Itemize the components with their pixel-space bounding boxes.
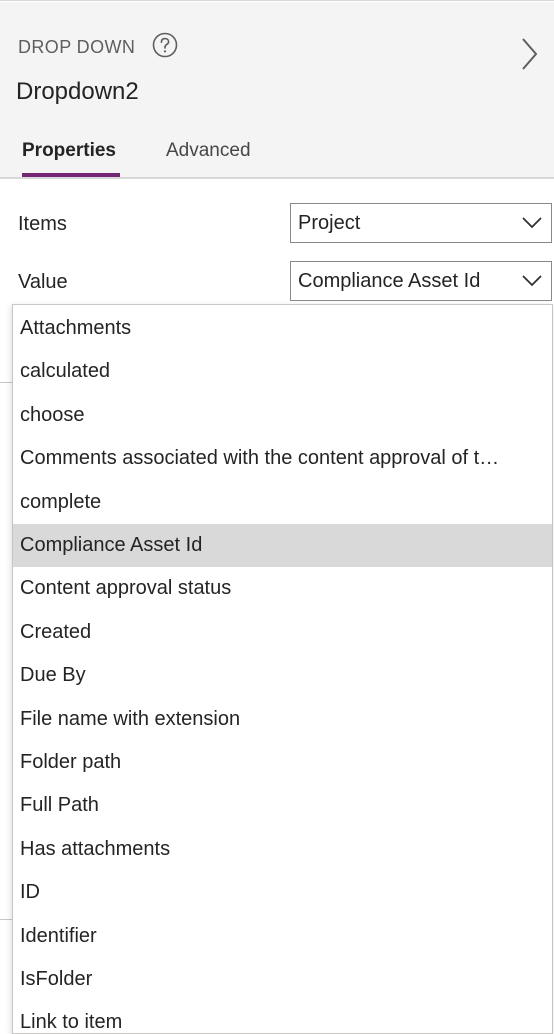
value-dropdown-list[interactable]: Attachments calculated choose Comments a… [12, 304, 553, 1034]
panel-header: DROP DOWN Dropdown2 Properties Advanced [0, 2, 554, 178]
dropdown-option[interactable]: Content approval status [13, 567, 552, 610]
help-icon[interactable] [152, 32, 178, 58]
dropdown-option[interactable]: calculated [13, 350, 552, 393]
dropdown-option[interactable]: IsFolder [13, 958, 552, 1001]
value-dropdown[interactable]: Compliance Asset Id [290, 261, 552, 301]
dropdown-option[interactable]: File name with extension [13, 698, 552, 741]
dropdown-option[interactable]: Created [13, 611, 552, 654]
chevron-down-icon [522, 275, 542, 287]
properties-panel: DROP DOWN Dropdown2 Properties Advanced … [0, 0, 554, 1034]
value-label: Value [18, 271, 68, 293]
dropdown-option[interactable]: choose [13, 394, 552, 437]
chevron-down-icon [522, 217, 542, 229]
dropdown-option[interactable]: Identifier [13, 915, 552, 958]
dropdown-option[interactable]: Attachments [13, 307, 552, 350]
dropdown-option[interactable]: Link to item [13, 1001, 552, 1033]
tab-advanced[interactable]: Advanced [166, 140, 251, 162]
divider-stub [0, 382, 12, 383]
dropdown-option[interactable]: Has attachments [13, 828, 552, 871]
dropdown-option[interactable]: Comments associated with the content app… [13, 437, 552, 480]
control-type-label: DROP DOWN [18, 37, 136, 57]
value-dropdown-value: Compliance Asset Id [298, 270, 481, 292]
divider-stub [0, 919, 12, 920]
chevron-right-icon[interactable] [518, 36, 540, 72]
header-divider [0, 177, 554, 179]
dropdown-option[interactable]: Due By [13, 654, 552, 697]
control-name: Dropdown2 [16, 78, 139, 105]
items-dropdown[interactable]: Project [290, 203, 552, 243]
items-dropdown-value: Project [298, 212, 361, 234]
dropdown-option-selected[interactable]: Compliance Asset Id [13, 524, 552, 568]
tab-properties[interactable]: Properties [22, 140, 116, 162]
dropdown-option[interactable]: Full Path [13, 784, 552, 827]
dropdown-option[interactable]: Folder path [13, 741, 552, 784]
dropdown-option[interactable]: complete [13, 481, 552, 524]
dropdown-option[interactable]: ID [13, 871, 552, 914]
items-label: Items [18, 213, 67, 235]
